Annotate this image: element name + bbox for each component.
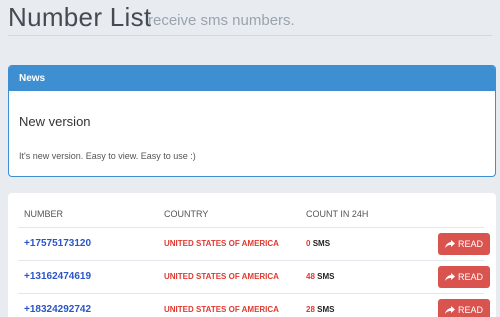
read-button-label: READ [457, 272, 483, 282]
news-body: It's new version. Easy to view. Easy to … [19, 151, 196, 161]
phone-number-link[interactable]: +18324292742 [24, 304, 91, 315]
read-button[interactable]: READ [438, 233, 490, 255]
sms-count-value: 28 [306, 305, 315, 314]
table-row: +17575173120 UNITED STATES OF AMERICA 0 … [18, 227, 490, 260]
table-header: NUMBER COUNTRY COUNT IN 24H [18, 209, 484, 225]
read-button-label: READ [457, 239, 483, 249]
sms-count-unit: SMS [317, 305, 335, 314]
column-count: COUNT IN 24H [306, 209, 369, 219]
country-label: UNITED STATES OF AMERICA [164, 305, 279, 314]
news-panel-title: News [9, 66, 495, 91]
read-button-label: READ [457, 305, 483, 315]
sms-count: 0 SMS [306, 239, 330, 248]
news-heading: New version [19, 114, 91, 129]
read-button[interactable]: READ [438, 299, 490, 317]
country-label: UNITED STATES OF AMERICA [164, 239, 279, 248]
sms-count-unit: SMS [312, 239, 331, 248]
sms-count: 28 SMS [306, 305, 334, 314]
read-button[interactable]: READ [438, 266, 490, 288]
page-title: Number List [8, 2, 152, 32]
page-header: Number List receive sms numbers. [8, 0, 492, 36]
phone-number-link[interactable]: +13162474619 [24, 271, 91, 282]
column-country: COUNTRY [164, 209, 209, 219]
table-row: +13162474619 UNITED STATES OF AMERICA 48… [18, 260, 490, 293]
table-body: +17575173120 UNITED STATES OF AMERICA 0 … [18, 227, 490, 317]
share-arrow-icon [444, 272, 455, 281]
share-arrow-icon [444, 305, 455, 314]
share-arrow-icon [444, 239, 455, 248]
sms-count: 48 SMS [306, 272, 334, 281]
table-row: +18324292742 UNITED STATES OF AMERICA 28… [18, 293, 490, 317]
page-subtitle: receive sms numbers. [148, 12, 295, 29]
news-panel: News New version It's new version. Easy … [8, 65, 496, 177]
column-number: NUMBER [24, 209, 64, 219]
sms-count-value: 0 [306, 239, 311, 248]
phone-number-link[interactable]: +17575173120 [24, 238, 91, 249]
number-list-panel: NUMBER COUNTRY COUNT IN 24H +17575173120… [8, 193, 496, 317]
sms-count-value: 48 [306, 272, 315, 281]
country-label: UNITED STATES OF AMERICA [164, 272, 279, 281]
sms-count-unit: SMS [317, 272, 335, 281]
